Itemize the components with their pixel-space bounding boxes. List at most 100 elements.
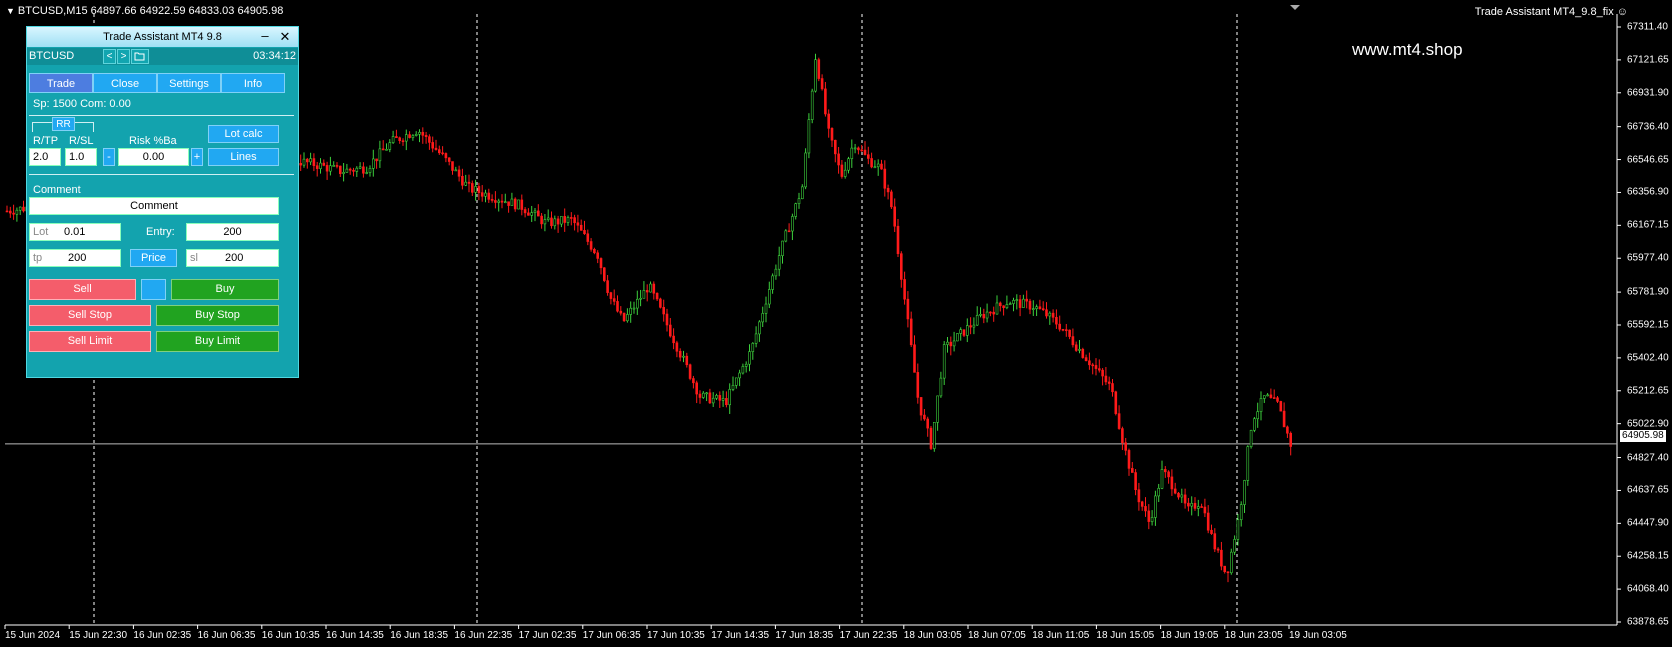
candle-body xyxy=(787,230,791,233)
candle-body xyxy=(391,136,395,143)
candle-body xyxy=(847,158,850,171)
candle-body xyxy=(444,153,448,159)
rtp-input[interactable]: 2.0 xyxy=(29,148,61,166)
lines-button[interactable]: Lines xyxy=(208,148,279,166)
symbol-name[interactable]: BTCUSD xyxy=(29,48,101,65)
price-button[interactable]: Price xyxy=(130,249,177,267)
candle-body xyxy=(1200,506,1203,508)
ohlc-readout: BTCUSD,M15 64897.66 64922.59 64833.03 64… xyxy=(17,5,284,17)
price-tick-label: 65592.15 xyxy=(1627,319,1669,331)
candle-body xyxy=(1041,308,1045,311)
candle-body xyxy=(698,393,702,398)
price-tick-label: 65781.90 xyxy=(1627,286,1669,298)
lot-label: Lot xyxy=(33,226,49,238)
candle-body xyxy=(1269,394,1273,398)
candle-body xyxy=(375,158,378,162)
sell-limit-button[interactable]: Sell Limit xyxy=(29,331,151,352)
tp-field[interactable]: tp 200 xyxy=(29,249,121,267)
candle-body xyxy=(969,325,972,328)
tab-settings[interactable]: Settings xyxy=(157,73,221,93)
buy-limit-button[interactable]: Buy Limit xyxy=(156,331,279,352)
candle-body xyxy=(1243,480,1246,505)
price-tick-label: 65022.90 xyxy=(1627,418,1669,430)
candle-body xyxy=(15,209,19,215)
time-tick-label: 17 Jun 22:35 xyxy=(839,630,898,641)
candle-body xyxy=(1140,501,1144,507)
candle-body xyxy=(12,212,15,215)
candle-body xyxy=(853,147,857,150)
trade-assistant-panel[interactable]: Trade Assistant MT4 9.8 – ✕ BTCUSD < > 0… xyxy=(26,26,299,378)
watermark: www.mt4.shop xyxy=(1352,40,1463,59)
candle-body xyxy=(540,215,543,225)
tab-close[interactable]: Close xyxy=(93,73,157,93)
candle-body xyxy=(371,158,375,169)
candle-body xyxy=(734,377,738,386)
risk-decrease-button[interactable]: - xyxy=(103,148,115,166)
candle-body xyxy=(701,392,705,398)
tab-info[interactable]: Info xyxy=(221,73,285,93)
candle-body xyxy=(863,149,867,155)
sell-button[interactable]: Sell xyxy=(29,279,136,300)
candle-body xyxy=(1206,512,1210,531)
candle-body xyxy=(771,275,774,290)
candle-body xyxy=(1150,517,1154,522)
sl-field[interactable]: sl 200 xyxy=(186,249,279,267)
candle-body xyxy=(1187,502,1190,507)
close-button[interactable]: ✕ xyxy=(278,27,292,47)
next-symbol-button[interactable]: > xyxy=(117,49,130,64)
symbol-info: ▼ BTCUSD,M15 64897.66 64922.59 64833.03 6… xyxy=(6,5,283,17)
candle-body xyxy=(428,136,431,143)
candle-body xyxy=(569,217,573,219)
candle-body xyxy=(461,175,464,186)
rsl-input[interactable]: 1.0 xyxy=(65,148,97,166)
candle-body xyxy=(299,163,303,166)
candle-body xyxy=(589,241,593,250)
candle-body xyxy=(332,165,336,167)
rr-button[interactable]: RR xyxy=(52,117,75,131)
candle-body xyxy=(368,168,372,173)
candle-body xyxy=(421,131,425,136)
candle-body xyxy=(467,181,471,184)
dropdown-triangle-icon[interactable]: ▼ xyxy=(6,6,15,16)
candle-body xyxy=(866,154,870,159)
sl-value: 200 xyxy=(225,252,244,264)
lot-calc-button[interactable]: Lot calc xyxy=(208,125,279,143)
candle-body xyxy=(814,59,817,92)
risk-input[interactable]: 0.00 xyxy=(118,148,189,166)
lot-field[interactable]: Lot 0.01 xyxy=(29,223,121,241)
candle-body xyxy=(602,267,606,281)
candle-body xyxy=(781,240,784,256)
candle-body xyxy=(932,422,936,449)
entry-input[interactable]: 200 xyxy=(186,223,279,241)
time-tick-label: 15 Jun 22:30 xyxy=(69,630,128,641)
candle-body xyxy=(649,283,652,293)
folder-icon[interactable] xyxy=(131,49,149,64)
candle-body xyxy=(579,224,583,231)
candle-body xyxy=(718,395,722,401)
comment-input[interactable]: Comment xyxy=(29,197,279,215)
risk-increase-button[interactable]: + xyxy=(191,148,203,166)
candle-body xyxy=(1183,494,1187,504)
prev-symbol-button[interactable]: < xyxy=(103,49,116,64)
expert-advisor-label[interactable]: Trade Assistant MT4_9.8_fix ☺ xyxy=(1475,6,1628,18)
candle-body xyxy=(886,187,890,193)
candle-body xyxy=(388,142,392,150)
candle-body xyxy=(358,166,362,169)
candle-body xyxy=(560,216,563,225)
candle-body xyxy=(1246,446,1250,481)
candle-body xyxy=(319,162,322,169)
middle-blank-button[interactable] xyxy=(141,279,166,300)
buy-stop-button[interactable]: Buy Stop xyxy=(156,305,279,326)
candle-body xyxy=(965,325,969,336)
price-tick-label: 64258.15 xyxy=(1627,550,1669,562)
candle-body xyxy=(1045,309,1048,317)
candle-body xyxy=(992,311,996,315)
candle-body xyxy=(1084,357,1088,362)
candle-body xyxy=(302,158,306,166)
buy-button[interactable]: Buy xyxy=(171,279,279,300)
tab-trade[interactable]: Trade xyxy=(29,73,93,93)
candle-body xyxy=(1098,368,1101,371)
candle-body xyxy=(1074,344,1078,351)
minimize-button[interactable]: – xyxy=(258,27,272,47)
sell-stop-button[interactable]: Sell Stop xyxy=(29,305,151,326)
